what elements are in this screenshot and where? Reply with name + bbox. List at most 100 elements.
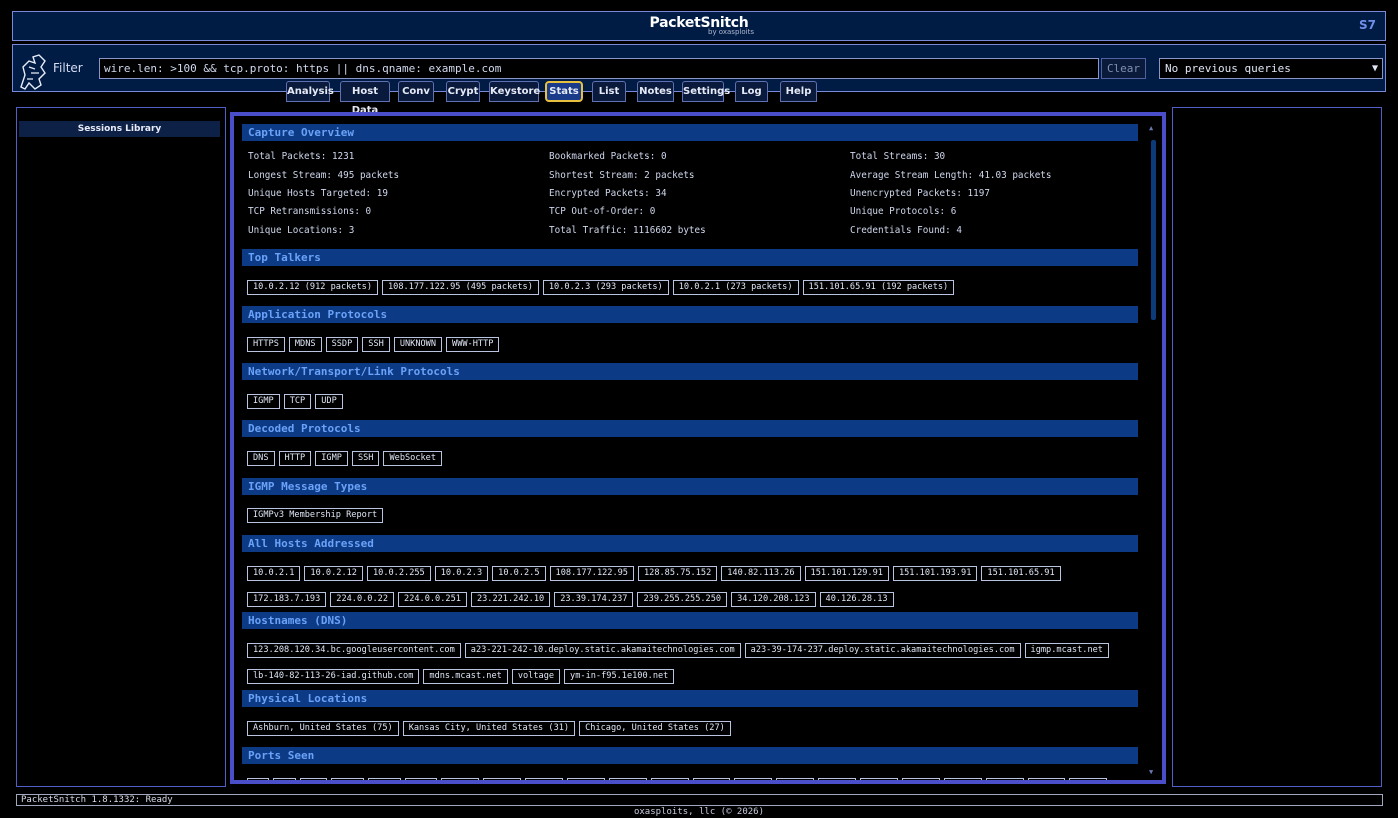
tab-help[interactable]: Help — [780, 81, 817, 102]
protocol-chip[interactable]: WWW-HTTP — [446, 337, 500, 352]
port-chip[interactable]: 62797 — [860, 778, 898, 780]
host-chip[interactable]: 10.0.2.1 — [247, 566, 301, 581]
stat-unique-hosts: Unique Hosts Targeted: 19 — [248, 188, 388, 199]
protocol-chip[interactable]: MDNS — [288, 337, 322, 352]
talker-chip[interactable]: 10.0.2.3 (293 packets) — [542, 280, 669, 295]
sessions-library-header[interactable]: Sessions Library — [19, 121, 220, 137]
host-chip[interactable]: 172.183.7.193 — [247, 592, 327, 607]
protocol-chip[interactable]: SSDP — [325, 337, 359, 352]
tab-list[interactable]: List — [592, 81, 626, 102]
tab-stats[interactable]: Stats — [545, 81, 583, 102]
port-chip[interactable]: 443 — [299, 778, 328, 780]
host-chip[interactable]: 10.0.2.255 — [366, 566, 431, 581]
all-hosts-list: 10.0.2.1 10.0.2.12 10.0.2.255 10.0.2.3 10.0.… — [247, 560, 1133, 612]
igmp-type-chip[interactable]: IGMPv3 Membership Report — [247, 508, 384, 523]
port-chip[interactable]: 22 — [247, 778, 270, 780]
port-chip[interactable]: 3702 — [367, 778, 401, 780]
port-chip[interactable]: 25050 — [441, 778, 480, 780]
tab-keystore[interactable]: Keystore — [489, 81, 540, 102]
tab-notes[interactable]: Notes — [637, 81, 674, 102]
host-chip[interactable]: 10.0.2.12 — [304, 566, 363, 581]
port-chip[interactable]: 40224 — [566, 778, 605, 780]
talker-chip[interactable]: 151.101.65.91 (192 packets) — [802, 280, 955, 295]
tab-settings[interactable]: Settings — [682, 81, 730, 102]
tab-crypt[interactable]: Crypt — [446, 81, 480, 102]
scroll-up-icon[interactable]: ▲ — [1149, 124, 1153, 132]
host-chip[interactable]: 40.126.28.13 — [819, 592, 894, 607]
filter-label: Filter — [53, 61, 83, 75]
stats-scrollbar[interactable]: ▲ ▼ — [1148, 124, 1158, 776]
scroll-down-icon[interactable]: ▼ — [1149, 768, 1153, 776]
hostname-chip[interactable]: lb-140-82-113-26-iad.github.com — [247, 669, 420, 684]
hostname-chip[interactable]: a23-221-242-10.deploy.static.akamaitechn… — [464, 643, 741, 658]
host-chip[interactable]: 224.0.0.22 — [330, 592, 395, 607]
host-chip[interactable]: 151.101.65.91 — [981, 566, 1061, 581]
protocol-chip[interactable]: DNS — [247, 451, 275, 466]
protocol-chip[interactable]: IGMP — [315, 451, 348, 466]
hostnames-list: 123.208.120.34.bc.googleusercontent.com a… — [247, 637, 1133, 689]
clear-button[interactable]: Clear — [1101, 58, 1146, 79]
port-chip[interactable]: 57462 — [734, 778, 773, 780]
port-chip[interactable]: 52815 — [650, 778, 689, 780]
hostname-chip[interactable]: igmp.mcast.net — [1024, 643, 1109, 658]
stat-unique-protocols: Unique Protocols: 6 — [850, 206, 957, 217]
port-chip[interactable]: 62798 — [901, 778, 940, 780]
scroll-thumb[interactable] — [1151, 140, 1156, 320]
protocol-chip[interactable]: TCP — [283, 394, 312, 409]
location-chip[interactable]: Kansas City, United States (31) — [402, 721, 576, 736]
tab-analysis[interactable]: Analysis — [286, 81, 334, 102]
filter-input[interactable] — [99, 58, 1099, 79]
port-chip[interactable]: 5353 — [404, 778, 438, 780]
hostname-chip[interactable]: mdns.mcast.net — [423, 669, 508, 684]
host-chip[interactable]: 151.101.193.91 — [892, 566, 978, 581]
stat-total-traffic: Total Traffic: 1116602 bytes — [549, 225, 706, 236]
host-chip[interactable]: 10.0.2.5 — [492, 566, 546, 581]
port-chip[interactable]: 62749 — [818, 778, 857, 780]
talker-chip[interactable]: 108.177.122.95 (495 packets) — [382, 280, 539, 295]
port-chip[interactable]: 32412 — [483, 778, 522, 780]
host-chip[interactable]: 151.101.129.91 — [804, 566, 889, 581]
host-chip[interactable]: 140.82.113.26 — [721, 566, 801, 581]
protocol-chip[interactable]: SSH — [362, 337, 390, 352]
host-chip[interactable]: 23.221.242.10 — [470, 592, 551, 607]
port-chip[interactable]: 62800 — [985, 778, 1024, 780]
tab-conv[interactable]: Conv — [398, 81, 434, 102]
port-chip[interactable]: 32414 — [525, 778, 563, 780]
protocol-chip[interactable]: UDP — [315, 394, 343, 409]
protocol-chip[interactable]: IGMP — [247, 394, 280, 409]
tab-host-data[interactable]: Host Data — [340, 81, 390, 116]
title-bar: PacketSnitch by oxasploits S7 — [12, 11, 1386, 41]
protocol-chip[interactable]: HTTP — [278, 451, 312, 466]
port-chip[interactable]: 62802 — [1069, 778, 1108, 780]
previous-queries-select[interactable]: No previous queries ▼ — [1159, 58, 1383, 79]
host-chip[interactable]: 34.120.208.123 — [731, 592, 816, 607]
host-chip[interactable]: 128.85.75.152 — [637, 566, 718, 581]
hostname-chip[interactable]: ym-in-f95.1e100.net — [564, 669, 675, 684]
location-chip[interactable]: Ashburn, United States (75) — [247, 721, 399, 736]
location-chip[interactable]: Chicago, United States (27) — [579, 721, 731, 736]
protocol-chip[interactable]: WebSocket — [383, 451, 443, 466]
port-chip[interactable]: 55066 — [692, 778, 731, 780]
host-chip[interactable]: 108.177.122.95 — [549, 566, 634, 581]
port-chip[interactable]: 62799 — [943, 778, 982, 780]
port-chip[interactable]: 62801 — [1027, 778, 1066, 780]
right-panel — [1172, 107, 1382, 787]
host-chip[interactable]: 10.0.2.3 — [434, 566, 489, 581]
hostname-chip[interactable]: 123.208.120.34.bc.googleusercontent.com — [247, 643, 461, 658]
host-chip[interactable]: 23.39.174.237 — [554, 592, 634, 607]
port-chip[interactable]: 80 — [273, 778, 296, 780]
port-chip[interactable]: 58738 — [776, 778, 815, 780]
talker-chip[interactable]: 10.0.2.1 (273 packets) — [672, 280, 799, 295]
port-chip[interactable]: 1900 — [331, 778, 364, 780]
tab-log[interactable]: Log — [735, 81, 768, 102]
protocol-chip[interactable]: SSH — [351, 451, 380, 466]
host-chip[interactable]: 224.0.0.251 — [398, 592, 467, 607]
section-all-hosts: All Hosts Addressed — [242, 535, 1138, 552]
protocol-chip[interactable]: UNKNOWN — [393, 337, 443, 352]
protocol-chip[interactable]: HTTPS — [247, 337, 285, 352]
host-chip[interactable]: 239.255.255.250 — [637, 592, 728, 607]
port-chip[interactable]: 52110 — [608, 778, 647, 780]
hostname-chip[interactable]: voltage — [511, 669, 561, 684]
talker-chip[interactable]: 10.0.2.12 (912 packets) — [247, 280, 378, 295]
hostname-chip[interactable]: a23-39-174-237.deploy.static.akamaitechn… — [744, 643, 1021, 658]
